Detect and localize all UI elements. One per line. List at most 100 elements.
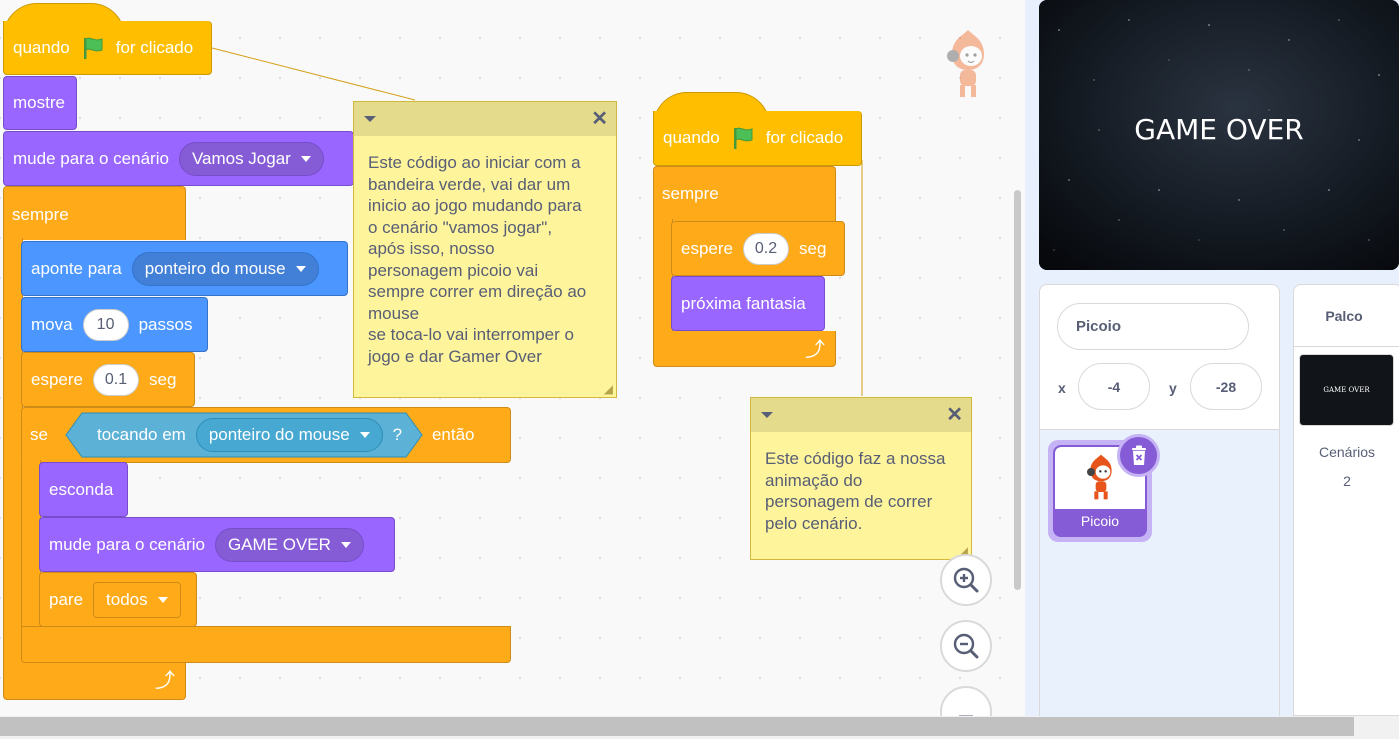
move-steps-block[interactable]: mova 10 passos [21, 297, 208, 352]
point-towards-label: aponte para [31, 258, 122, 278]
chevron-down-icon [359, 432, 370, 438]
x-position-input[interactable]: -4 [1078, 363, 1150, 410]
switch-backdrop-label: mude para o cenário [13, 148, 169, 168]
when-flag-clicked-block-2[interactable]: quando for clicado [653, 111, 862, 166]
move-steps-input[interactable]: 10 [82, 308, 129, 341]
show-block[interactable]: mostre [3, 76, 77, 130]
stage-text: GAME OVER [1134, 113, 1304, 146]
y-position-input[interactable]: -28 [1190, 363, 1262, 410]
zoom-out-icon [953, 633, 979, 659]
sprite-watermark-icon [947, 30, 984, 97]
delete-sprite-button[interactable] [1117, 434, 1160, 477]
trash-icon [1131, 445, 1146, 465]
chevron-down-icon [157, 596, 168, 603]
sprite-name-input[interactable]: Picoio [1057, 303, 1249, 350]
backdrop-thumbnail[interactable]: GAME OVER [1299, 354, 1394, 426]
show-label: mostre [13, 93, 65, 112]
wait-seconds-input[interactable]: 0.1 [92, 363, 139, 396]
horizontal-scrollbar-thumb[interactable] [0, 717, 1354, 736]
sprite-tile-name: Picoio [1080, 513, 1120, 529]
code-workspace[interactable]: ⤴ sempre se então tocando em ponteiro do… [0, 0, 1025, 716]
wait-block-2[interactable]: espere 0.2 seg [671, 221, 845, 276]
backdrop-value: Vamos Jogar [191, 148, 291, 168]
forever-block-2-arm [653, 219, 673, 333]
workspace-vertical-scrollbar[interactable] [1014, 190, 1021, 590]
touching-label: tocando em [97, 425, 186, 444]
backdrop-value-2: GAME OVER [227, 534, 331, 554]
green-flag-icon [83, 37, 103, 59]
hide-label: esconda [49, 479, 114, 499]
loop-arrow-icon: ⤴ [155, 670, 175, 692]
clicked-label-2: for clicado [765, 128, 844, 147]
close-icon[interactable]: ✕ [946, 405, 963, 425]
forever-label-row: sempre [3, 200, 69, 230]
next-costume-block[interactable]: próxima fantasia [671, 276, 825, 331]
forever-block-2-bottom[interactable]: ⤴ [653, 331, 836, 367]
y-label: y [1169, 380, 1177, 396]
forever-2-label-row: sempre [653, 179, 719, 209]
if-block-bottom[interactable] [21, 626, 511, 663]
green-flag-icon [733, 127, 753, 149]
stop-block[interactable]: pare todos [39, 572, 197, 627]
sprite-pane: Picoio x -4 y -28 Picoio [1039, 284, 1280, 717]
chevron-down-icon [340, 541, 351, 548]
question-mark: ? [392, 425, 403, 444]
close-icon[interactable]: ✕ [591, 109, 608, 129]
sprite-list: Picoio [1040, 429, 1279, 717]
chevron-down-icon [295, 265, 306, 272]
switch-backdrop-block[interactable]: mude para o cenário Vamos Jogar [3, 131, 354, 186]
forever-label-2: sempre [662, 184, 719, 203]
comment-text-2[interactable]: Este código faz a nossa animação do pers… [751, 432, 971, 550]
clicked-label: for clicado [115, 37, 194, 57]
when-label-2: quando [663, 128, 720, 147]
stage[interactable]: GAME OVER [1039, 0, 1399, 270]
when-flag-clicked-block-1[interactable]: quando for clicado [3, 21, 212, 75]
wait-unit: seg [148, 369, 177, 389]
zoom-in-icon [953, 567, 979, 593]
forever-block-bottom[interactable]: ⤴ [3, 660, 186, 700]
touching-target-value: ponteiro do mouse [208, 425, 350, 444]
resize-handle-icon[interactable]: ◢ [604, 382, 613, 396]
forever-block-arm [3, 238, 23, 664]
sprite-info: Picoio x -4 y -28 [1040, 285, 1279, 429]
stop-label: pare [49, 589, 84, 609]
comment-text-1[interactable]: Este código ao iniciar com a bandeira ve… [354, 136, 616, 383]
touching-block-content: tocando em ponteiro do mouse ? [88, 418, 402, 452]
touching-target-dropdown[interactable]: ponteiro do mouse [195, 418, 383, 452]
wait-block-1[interactable]: espere 0.1 seg [21, 352, 195, 407]
comment-note-2[interactable]: ✕ Este código faz a nossa animação do pe… [750, 397, 972, 560]
move-unit: passos [138, 314, 193, 334]
wait-label: espere [31, 369, 83, 389]
wait-label-2: espere [681, 238, 733, 258]
backdrop-dropdown[interactable]: Vamos Jogar [178, 141, 324, 176]
point-towards-value: ponteiro do mouse [144, 258, 286, 278]
point-towards-dropdown[interactable]: ponteiro do mouse [131, 251, 319, 286]
next-costume-label: próxima fantasia [681, 293, 806, 313]
point-towards-block[interactable]: aponte para ponteiro do mouse [21, 241, 348, 296]
backdrop-dropdown-2[interactable]: GAME OVER [214, 527, 364, 562]
switch-backdrop-label-2: mude para o cenário [49, 534, 205, 554]
then-label: então [431, 425, 475, 444]
loop-arrow-icon: ⤴ [805, 339, 825, 361]
if-block-arm [21, 460, 41, 628]
hide-block[interactable]: esconda [39, 462, 128, 517]
comment-note-1[interactable]: ✕ Este código ao iniciar com a bandeira … [353, 101, 617, 398]
stop-dropdown[interactable]: todos [93, 581, 181, 618]
comment-header-2[interactable]: ✕ [751, 398, 971, 432]
collapse-icon[interactable] [364, 116, 376, 122]
backdrops-label: Cenários [1318, 444, 1376, 460]
move-label: mova [31, 314, 73, 334]
sprite-picoio-icon [1087, 454, 1112, 500]
stage-selector-pane[interactable]: Palco GAME OVER Cenários 2 [1293, 284, 1399, 716]
x-label: x [1058, 380, 1066, 396]
stop-value: todos [106, 589, 148, 609]
horizontal-scrollbar-track [0, 716, 1399, 739]
comment-header-1[interactable]: ✕ [354, 102, 616, 136]
zoom-in-button[interactable] [940, 554, 992, 606]
zoom-out-button[interactable] [940, 620, 992, 672]
wait-seconds-input-2[interactable]: 0.2 [742, 232, 789, 265]
collapse-icon[interactable] [761, 412, 773, 418]
backdrops-count: 2 [1343, 473, 1351, 489]
switch-backdrop-block-2[interactable]: mude para o cenário GAME OVER [39, 517, 395, 572]
when-label: quando [13, 37, 70, 57]
